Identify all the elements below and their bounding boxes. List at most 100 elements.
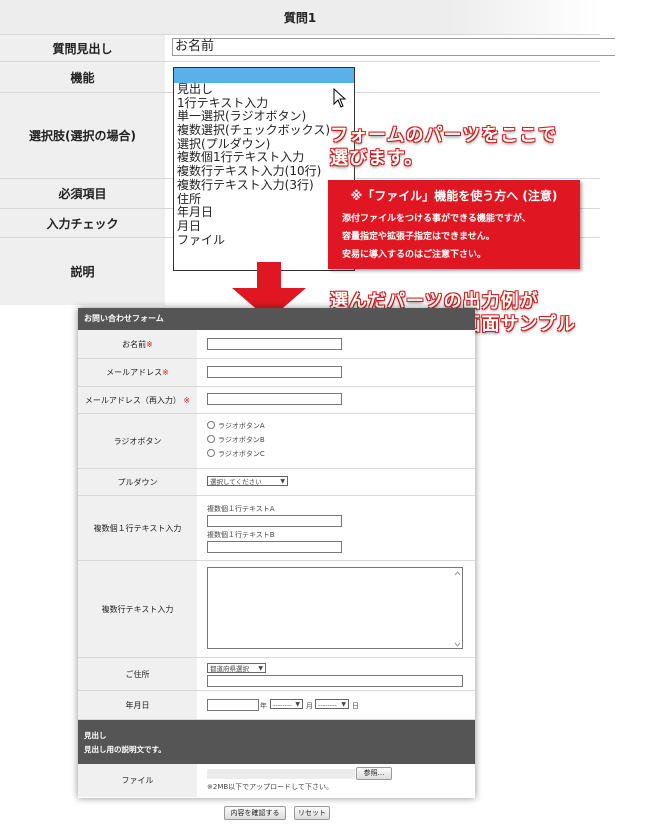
label-text: 複数行テキスト入力 [101, 604, 174, 614]
day-unit: 日 [352, 702, 359, 710]
row-label-description: 説明 [0, 238, 165, 305]
listbox-option[interactable]: 複数選択(チェックボックス) [174, 123, 354, 138]
row-label-function: 機能 [0, 62, 165, 92]
file-path-field [207, 769, 355, 779]
notice-title: ※「ファイル」機能を使う方へ (注意) [350, 189, 558, 203]
month-select[interactable]: -------- ▼ [270, 699, 303, 709]
mouse-cursor-icon [333, 88, 347, 108]
multi-text-input-a[interactable] [207, 515, 342, 527]
field-label: プルダウン [78, 469, 197, 495]
form-row-date: 年月日 年 -------- ▼ 月 -------- ▼ 日 [78, 691, 475, 720]
field-label: メールアドレス（再入力） ※ [78, 387, 197, 413]
file-size-note: ※2MB以下でアップロードして下さい。 [207, 783, 333, 791]
field-label: 複数個１行テキスト入力 [78, 496, 197, 560]
notice-body: 添付ファイルをつける事ができる機能ですが、 容量指定や拡張子指定はできません。 … [342, 210, 531, 264]
callout-select-parts: フォームのパーツをここで 選びます。 [330, 124, 557, 170]
prefecture-select[interactable]: 都道府県選択 ▼ [207, 663, 266, 673]
scrollbar[interactable] [454, 570, 461, 648]
select-value: 都道府県選択 [210, 665, 249, 673]
field-label: メールアドレス ※ [78, 359, 197, 386]
month-unit: 月 [306, 702, 313, 710]
row-label-input-check: 入力チェック [0, 209, 165, 237]
form-row-multi-text: 複数個１行テキスト入力 複数個１行テキストA 複数個１行テキストB [78, 496, 475, 561]
callout-line: フォームのパーツをここで [330, 125, 558, 146]
listbox-option[interactable]: 見出し [174, 82, 354, 97]
label-text: メールアドレス（再入力） [84, 395, 181, 405]
form-row-email-confirm: メールアドレス（再入力） ※ [78, 387, 475, 414]
listbox-option[interactable]: 複数行テキスト入力(3行) [174, 178, 354, 193]
question-header: 質問1 [0, 0, 600, 34]
form-row-file: ファイル 参照... ※2MB以下でアップロードして下さい。 [78, 764, 475, 797]
field-label: お名前 ※ [78, 330, 197, 358]
radio-circle-icon [207, 421, 215, 429]
listbox-option[interactable]: 複数行テキスト入力(10行) [174, 164, 354, 179]
sub-field-label: 複数個１行テキストB [207, 531, 275, 539]
label-text: プルダウン [117, 477, 158, 487]
form-row-pulldown: プルダウン 選択してください ▼ [78, 469, 475, 496]
select-value: 選択してください [210, 478, 262, 486]
listbox-option[interactable]: 住所 [174, 192, 354, 207]
confirm-button[interactable]: 内容を確認する [224, 806, 286, 820]
chevron-down-icon: ▼ [341, 701, 346, 708]
day-select[interactable]: -------- ▼ [315, 699, 349, 709]
field-label: 年月日 [78, 691, 197, 719]
question-title: 質問1 [283, 11, 317, 25]
notice-line: 安易に導入するのはご注意下さい。 [342, 250, 487, 260]
form-title: お問い合わせフォーム [78, 308, 475, 330]
radio-option-c[interactable]: ラジオボタンC [207, 449, 265, 459]
row-label-choices: 選択肢(選択の場合) [0, 93, 165, 178]
name-input[interactable] [207, 338, 342, 350]
email-confirm-input[interactable] [207, 393, 342, 405]
radio-option-b[interactable]: ラジオボタンB [207, 435, 265, 445]
listbox-highlight [174, 68, 354, 83]
select-value: -------- [273, 701, 292, 709]
row-label-required: 必須項目 [0, 179, 165, 208]
required-mark: ※ [183, 395, 191, 405]
year-input[interactable] [207, 699, 259, 711]
label-text: お名前 [122, 339, 147, 349]
sub-field-label: 複数個１行テキストA [207, 505, 275, 513]
field-label: ご住所 [78, 658, 197, 690]
label-text: ラジオボタン [113, 436, 162, 446]
chevron-down-icon: ▼ [258, 665, 263, 672]
field-label: ラジオボタン [78, 414, 197, 468]
year-unit: 年 [260, 702, 267, 710]
heading-title: 見出し [84, 731, 107, 740]
radio-option-a[interactable]: ラジオボタンA [207, 421, 265, 431]
chevron-down-icon: ▼ [295, 701, 300, 708]
address-input[interactable] [207, 675, 463, 687]
label-text: 年月日 [125, 700, 150, 710]
label-text: ご住所 [125, 669, 150, 679]
form-heading-block: 見出し 見出し用の説明文です。 [78, 720, 475, 764]
label-text: メールアドレス [106, 368, 163, 377]
notice-line: 容量指定や拡張子指定はできません。 [342, 232, 495, 242]
field-label: 複数行テキスト入力 [78, 561, 197, 657]
listbox-option[interactable]: 1行テキスト入力 [174, 96, 354, 111]
required-mark: ※ [162, 368, 169, 377]
radio-label: ラジオボタンA [218, 422, 265, 430]
heading-description: 見出し用の説明文です。 [84, 745, 166, 754]
question-heading-input[interactable]: お名前 [172, 38, 615, 56]
multi-text-input-b[interactable] [207, 541, 342, 553]
radio-label: ラジオボタンC [218, 450, 265, 458]
listbox-option[interactable]: 月日 [174, 219, 354, 234]
radio-label: ラジオボタンB [218, 436, 265, 444]
listbox-option[interactable]: ファイル [174, 233, 354, 248]
radio-circle-icon [207, 435, 215, 443]
listbox-option[interactable]: 年月日 [174, 205, 354, 220]
form-row-textarea: 複数行テキスト入力 [78, 561, 475, 658]
multi-line-textarea[interactable] [207, 567, 463, 649]
field-label: ファイル [78, 764, 197, 797]
listbox-option[interactable]: 単一選択(ラジオボタン) [174, 110, 354, 124]
browse-button[interactable]: 参照... [356, 767, 392, 780]
required-mark: ※ [146, 339, 153, 349]
radio-circle-icon [207, 449, 215, 457]
chevron-down-icon: ▼ [280, 478, 285, 485]
form-row-radio: ラジオボタン ラジオボタンA ラジオボタンB ラジオボタンC [78, 414, 475, 469]
form-row-email: メールアドレス ※ [78, 359, 475, 387]
email-input[interactable] [207, 366, 342, 378]
row-label-heading: 質問見出し [0, 35, 165, 61]
pulldown-select[interactable]: 選択してください ▼ [207, 476, 288, 486]
reset-button[interactable]: リセット [294, 806, 330, 820]
file-notice-box: ※「ファイル」機能を使う方へ (注意) 添付ファイルをつける事ができる機能ですが… [328, 180, 580, 269]
